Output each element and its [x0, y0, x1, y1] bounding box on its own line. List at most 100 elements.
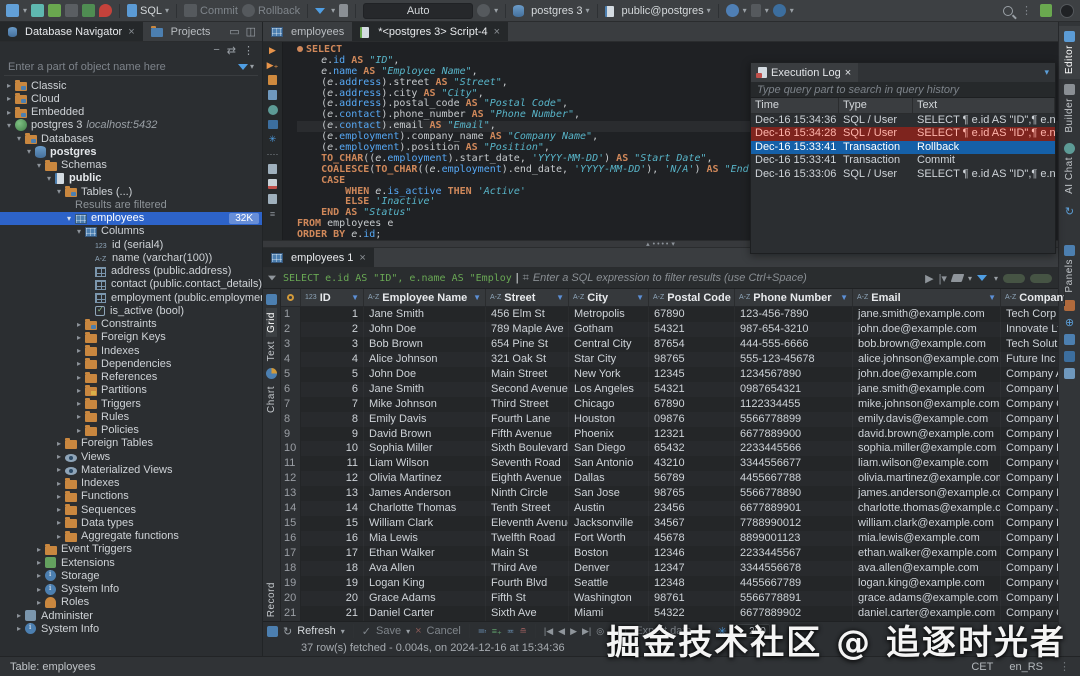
log-row[interactable]: Dec-16 15:33:41TransactionCommit	[751, 154, 1055, 167]
tree-item[interactable]: ▸Partitions	[0, 384, 262, 397]
tree-item[interactable]: ▸Indexes	[0, 477, 262, 490]
cell[interactable]: ethan.walker@example.com	[853, 546, 1001, 561]
collapse-arrow-icon[interactable]: ▾	[43, 174, 55, 183]
tree-item[interactable]: employment (public.employment_	[0, 291, 262, 304]
row-number[interactable]: 8	[281, 412, 301, 427]
object-search-field[interactable]: Enter a part of object name here ▾	[4, 58, 258, 76]
expand-arrow-icon[interactable]: ▸	[53, 492, 65, 501]
cell[interactable]: 321 Oak St	[486, 352, 569, 367]
cell[interactable]: Third Ave	[486, 561, 569, 576]
column-header-street[interactable]: A-ZStreet▼	[486, 289, 569, 306]
cell[interactable]: Los Angeles	[569, 382, 649, 397]
cell[interactable]: Company B	[1001, 382, 1058, 397]
cell[interactable]: bob.brown@example.com	[853, 337, 1001, 352]
tree-item[interactable]: ▸Sequences	[0, 503, 262, 516]
timezone-label[interactable]: CET	[971, 661, 993, 673]
table-row[interactable]: 1313James AndersonNinth CircleSan Jose98…	[281, 486, 1058, 501]
row-number[interactable]: 18	[281, 561, 301, 576]
expand-arrow-icon[interactable]: ▸	[53, 532, 65, 541]
cell[interactable]: 123-456-7890	[735, 307, 853, 322]
chart-view-icon[interactable]	[266, 368, 277, 379]
cell[interactable]: Company D	[1001, 412, 1058, 427]
execute-script-icon[interactable]	[268, 75, 277, 85]
cell[interactable]: jane.smith@example.com	[853, 382, 1001, 397]
table-row[interactable]: 1010Sophia MillerSixth BoulevardSan Dieg…	[281, 441, 1058, 456]
cell[interactable]: Daniel Carter	[364, 606, 486, 621]
cell[interactable]: 23456	[649, 501, 735, 516]
cell[interactable]: Company O	[1001, 576, 1058, 591]
overflow-menu-icon[interactable]: ⋮	[1021, 4, 1032, 17]
cell[interactable]: grace.adams@example.com	[853, 591, 1001, 606]
filter-dropdown-icon[interactable]: ▾	[250, 62, 254, 71]
tree-item[interactable]: ▸Foreign Tables	[0, 437, 262, 450]
cell[interactable]: Eleventh Avenue	[486, 516, 569, 531]
cell[interactable]: 0987654321	[735, 382, 853, 397]
cell[interactable]: 6677889901	[735, 501, 853, 516]
expand-arrow-icon[interactable]: ▸	[53, 479, 65, 488]
cell[interactable]: Star City	[569, 352, 649, 367]
cloud-icon[interactable]	[31, 4, 44, 17]
cell[interactable]: 15	[301, 516, 364, 531]
tree-item[interactable]: ▸Administer	[0, 609, 262, 622]
expand-arrow-icon[interactable]: ▸	[73, 399, 85, 408]
cell[interactable]: 34567	[649, 516, 735, 531]
expand-arrow-icon[interactable]: ▸	[53, 452, 65, 461]
cell[interactable]: Seventh Road	[486, 456, 569, 471]
cell[interactable]: 43210	[649, 456, 735, 471]
collapse-arrow-icon[interactable]: ▾	[33, 161, 45, 170]
table-row[interactable]: 55John DoeMain StreetNew York12345123456…	[281, 367, 1058, 382]
cell[interactable]: 12346	[649, 546, 735, 561]
cell[interactable]: 6677889900	[735, 427, 853, 442]
tab-script-4[interactable]: *<postgres 3> Script-4×	[352, 22, 508, 41]
cell[interactable]: Houston	[569, 412, 649, 427]
tab-database-navigator[interactable]: Database Navigator×	[0, 22, 143, 41]
cell[interactable]: Fort Worth	[569, 531, 649, 546]
column-header-phone-number[interactable]: A-ZPhone Number▼	[735, 289, 853, 306]
cell[interactable]: Sophia Miller	[364, 441, 486, 456]
row-number[interactable]: 7	[281, 397, 301, 412]
row-copy-icon[interactable]: ≡₊	[492, 626, 502, 637]
tree-item[interactable]: ▸Constraints	[0, 318, 262, 331]
sort-arrow-icon[interactable]: ▼	[636, 293, 644, 302]
filter-icon[interactable]	[238, 64, 248, 70]
chevron-down-icon[interactable]: ▾	[1044, 67, 1049, 78]
search-icon[interactable]	[1003, 6, 1013, 16]
cell[interactable]: Gotham	[569, 322, 649, 337]
active-schema-select[interactable]: public@postgres▾	[605, 5, 711, 17]
cell[interactable]: daniel.carter@example.com	[853, 606, 1001, 621]
row-number[interactable]: 4	[281, 352, 301, 367]
commit-type-icon[interactable]	[726, 4, 739, 17]
minimize-panel-icon[interactable]: ▭	[229, 25, 239, 38]
cell[interactable]: Washington	[569, 591, 649, 606]
link-with-editor-icon[interactable]: ⇄	[227, 44, 236, 57]
cell[interactable]: Fourth Blvd	[486, 576, 569, 591]
tree-item[interactable]: ▾Databases	[0, 132, 262, 145]
cell[interactable]: Company C	[1001, 397, 1058, 412]
table-row[interactable]: 1818Ava AllenThird AveDenver123473344556…	[281, 561, 1058, 576]
tree-item[interactable]: ▸Rules	[0, 410, 262, 423]
cell[interactable]: 67890	[649, 397, 735, 412]
column-header-email[interactable]: A-ZEmail▼	[853, 289, 1001, 306]
table-row[interactable]: 77Mike JohnsonThird StreetChicago6789011…	[281, 397, 1058, 412]
locale-label[interactable]: en_RS	[1009, 661, 1043, 673]
tree-item[interactable]: ▸Classic	[0, 79, 262, 92]
tree-item[interactable]: ▸Views	[0, 450, 262, 463]
cell[interactable]: Dallas	[569, 471, 649, 486]
collapse-arrow-icon[interactable]: ▾	[63, 214, 75, 223]
new-driver-icon[interactable]	[82, 4, 95, 17]
cell[interactable]: Austin	[569, 501, 649, 516]
log-col-text[interactable]: Text	[913, 98, 1055, 113]
prev-row-icon[interactable]: ◀	[558, 626, 565, 637]
cell[interactable]: 5566778891	[735, 591, 853, 606]
cell[interactable]: john.doe@example.com	[853, 367, 1001, 382]
table-row[interactable]: 1414Charlotte ThomasTenth StreetAustin23…	[281, 501, 1058, 516]
tab-grid-view[interactable]: Grid	[266, 308, 277, 337]
cell[interactable]: Olivia Martinez	[364, 471, 486, 486]
cell[interactable]: Eighth Avenue	[486, 471, 569, 486]
expand-arrow-icon[interactable]: ▸	[33, 571, 45, 580]
cell[interactable]: 19	[301, 576, 364, 591]
close-icon[interactable]: ×	[494, 26, 500, 38]
row-number[interactable]: 9	[281, 427, 301, 442]
table-row[interactable]: 44Alice Johnson321 Oak StStar City987655…	[281, 352, 1058, 367]
expand-arrow-icon[interactable]: ▸	[33, 545, 45, 554]
